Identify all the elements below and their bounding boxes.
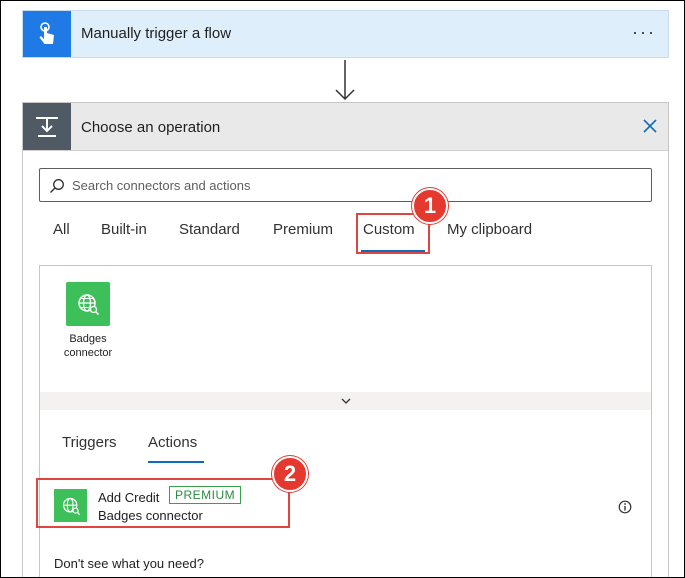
globe-search-icon	[66, 282, 110, 326]
trigger-action-tabs: Triggers Actions	[40, 410, 651, 470]
tab-premium[interactable]: Premium	[273, 221, 333, 238]
tab-my-clipboard[interactable]: My clipboard	[447, 221, 532, 238]
collapse-toggle[interactable]	[40, 392, 651, 410]
tab-all[interactable]: All	[53, 221, 70, 238]
trigger-title: Manually trigger a flow	[81, 25, 232, 42]
tab-triggers[interactable]: Triggers	[62, 434, 116, 451]
highlight-add-credit	[36, 478, 290, 528]
down-arrow-icon	[335, 60, 355, 101]
search-box	[39, 168, 652, 202]
step-badge-2: 2	[272, 456, 308, 492]
hand-touch-icon	[23, 11, 71, 57]
selected-subtab-indicator	[148, 461, 204, 463]
trigger-card[interactable]: Manually trigger a flow ···	[22, 10, 669, 58]
search-input[interactable]	[72, 170, 642, 200]
tab-standard[interactable]: Standard	[179, 221, 240, 238]
search-icon	[50, 179, 64, 193]
connector-tile-label: Badges connector	[63, 333, 113, 359]
connectors-panel: Badges connector Triggers Actions Add Cr…	[39, 265, 652, 578]
operation-icon	[23, 103, 71, 150]
more-options-icon[interactable]: ···	[632, 23, 656, 41]
tab-actions[interactable]: Actions	[148, 434, 197, 451]
chevron-down-icon	[341, 398, 350, 404]
info-icon[interactable]	[618, 500, 632, 514]
connector-tile-badges[interactable]: Badges connector	[58, 282, 118, 360]
close-icon[interactable]	[642, 118, 658, 134]
tab-built-in[interactable]: Built-in	[101, 221, 147, 238]
step-badge-1: 1	[412, 188, 448, 224]
operation-header: Choose an operation	[23, 103, 668, 151]
dont-see-text: Don't see what you need?	[54, 556, 204, 571]
operation-title: Choose an operation	[81, 119, 221, 136]
